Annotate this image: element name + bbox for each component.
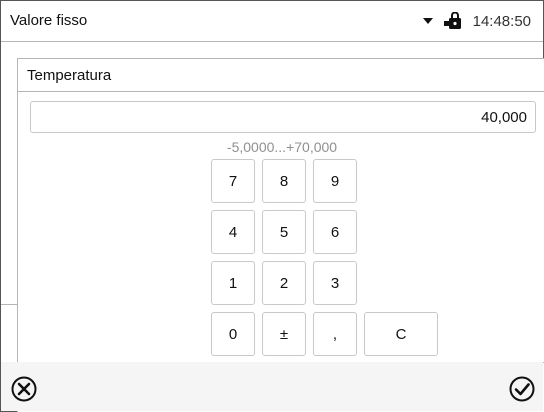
key-6[interactable]: 6 <box>313 210 357 254</box>
key-4[interactable]: 4 <box>211 210 255 254</box>
dropdown-arrow-icon[interactable] <box>422 17 433 25</box>
device-screen: Valore fisso 14:48:50 Temperatura 40,000… <box>0 0 544 412</box>
lock-icon <box>443 12 461 29</box>
setpoint-dialog: Temperatura 40,000 -5,0000...+70,000 789… <box>17 58 544 412</box>
cancel-icon[interactable] <box>11 376 37 402</box>
key-2[interactable]: 2 <box>262 261 306 305</box>
range-hint: -5,0000...+70,000 <box>226 139 338 155</box>
key-8[interactable]: 8 <box>262 159 306 203</box>
key-9[interactable]: 9 <box>313 159 357 203</box>
screen-title: Valore fisso <box>10 12 88 29</box>
key-clear[interactable]: C <box>364 312 438 356</box>
confirm-icon[interactable] <box>509 376 535 402</box>
value-text: 40,000 <box>481 109 527 126</box>
clock: 14:48:50 <box>472 12 531 30</box>
dialog-footer <box>1 362 543 411</box>
key-1[interactable]: 1 <box>211 261 255 305</box>
key-0[interactable]: 0 <box>211 312 255 356</box>
key-comma[interactable]: , <box>313 312 357 356</box>
status-bar: Valore fisso 14:48:50 <box>1 1 543 42</box>
divider <box>18 91 544 92</box>
status-indicators: 14:48:50 <box>422 11 531 31</box>
dialog-title: Temperatura <box>27 67 112 84</box>
key-plus-minus[interactable]: ± <box>262 312 306 356</box>
divider <box>1 304 17 305</box>
key-7[interactable]: 7 <box>211 159 255 203</box>
key-3[interactable]: 3 <box>313 261 357 305</box>
key-5[interactable]: 5 <box>262 210 306 254</box>
value-input[interactable]: 40,000 <box>30 101 536 133</box>
